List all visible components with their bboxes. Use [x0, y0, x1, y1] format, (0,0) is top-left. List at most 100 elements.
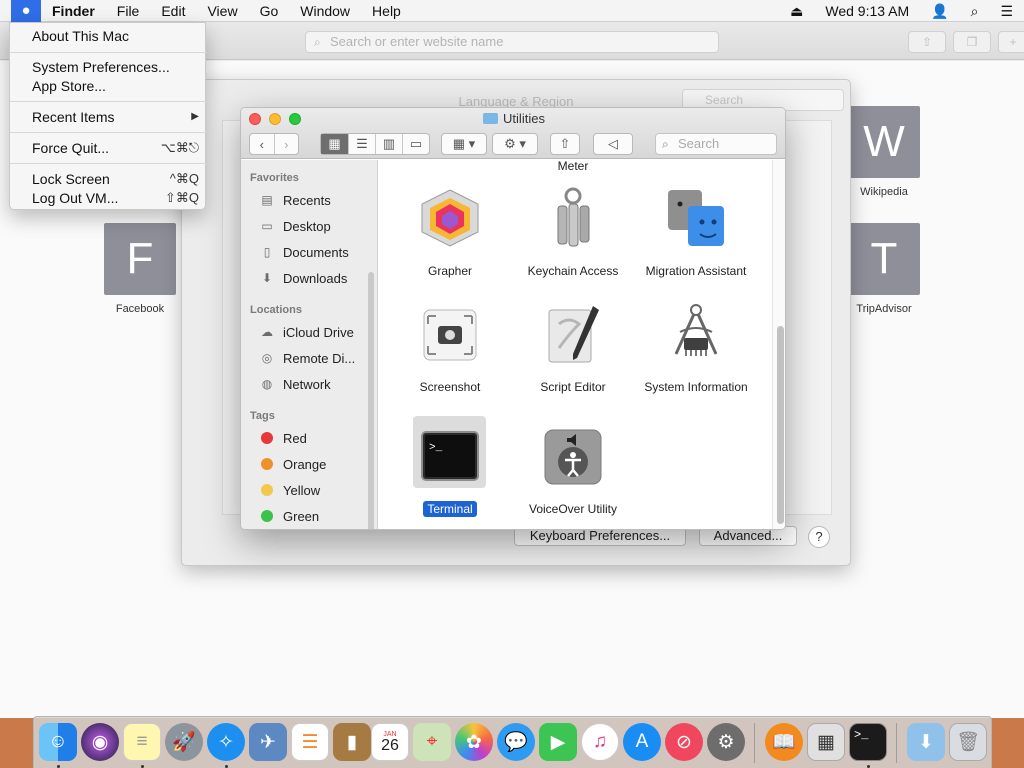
- icon-view-button[interactable]: ▦: [321, 134, 349, 154]
- eject-icon[interactable]: ⏏: [790, 3, 803, 20]
- menu-item-recent-items[interactable]: Recent Items ▶: [10, 107, 207, 127]
- search-icon[interactable]: ⌕: [971, 3, 979, 20]
- sidebar-item-icloud-drive[interactable]: ☁ iCloud Drive: [258, 321, 354, 343]
- file-item-voiceover-utility[interactable]: VoiceOver Utility: [518, 424, 628, 517]
- reminders-icon[interactable]: ☰: [291, 723, 329, 761]
- menu-item-app-store[interactable]: App Store...: [10, 76, 207, 96]
- sidebar-item-network[interactable]: ◍ Network: [258, 373, 331, 395]
- messages-icon[interactable]: 💬: [497, 723, 535, 761]
- sidebar-item-downloads[interactable]: ⬇ Downloads: [258, 267, 347, 289]
- sidebar-tag-yellow[interactable]: Yellow: [258, 479, 320, 501]
- terminal-icon: >_: [421, 431, 479, 481]
- desktop-icon: ▭: [261, 219, 273, 233]
- menu-item-log-out[interactable]: Log Out VM... ⇧⌘Q: [10, 188, 207, 208]
- facetime-icon[interactable]: ▶: [539, 723, 577, 761]
- sidebar-item-label: Network: [283, 376, 331, 392]
- finder-search-field[interactable]: ⌕ Search: [655, 133, 777, 155]
- menu-item-label: Force Quit...: [32, 140, 110, 156]
- tabs-overview-button[interactable]: ❐: [953, 31, 991, 53]
- sidebar-tag-green[interactable]: Green: [258, 505, 319, 527]
- apple-menu-button[interactable]: ●: [11, 0, 41, 22]
- gallery-view-button[interactable]: ▭: [403, 134, 429, 154]
- trash-icon[interactable]: 🗑: [949, 723, 987, 761]
- sidebar-header-tags: Tags: [250, 410, 275, 422]
- downloads-folder-icon[interactable]: ⬇: [907, 723, 945, 761]
- file-name: VoiceOver Utility: [528, 502, 618, 516]
- menu-item-about-this-mac[interactable]: About This Mac: [10, 26, 207, 46]
- menu-list-icon[interactable]: ☰: [1000, 3, 1013, 20]
- list-view-button[interactable]: ☰: [349, 134, 376, 154]
- favorite-wikipedia[interactable]: W Wikipedia: [848, 106, 920, 198]
- yellow-tag-dot: [261, 484, 273, 496]
- menu-item-force-quit[interactable]: Force Quit... ⌥⌘⎋: [10, 138, 207, 158]
- notes-icon[interactable]: ≡: [123, 723, 161, 761]
- address-bar[interactable]: ⌕ Search or enter website name: [305, 31, 719, 53]
- group-by-button[interactable]: ▦ ▾: [441, 133, 487, 155]
- favorite-tripadvisor[interactable]: T TripAdvisor: [848, 223, 920, 315]
- finder-icon[interactable]: ☺: [39, 723, 77, 761]
- calendar-icon[interactable]: JAN 26: [371, 723, 409, 761]
- system-preferences-icon[interactable]: ⚙: [707, 723, 745, 761]
- itunes-icon[interactable]: ♫: [581, 723, 619, 761]
- sidebar-item-documents[interactable]: ▯ Documents: [258, 241, 349, 263]
- terminal-icon[interactable]: >_: [849, 723, 887, 761]
- file-item-script-editor[interactable]: Script Editor: [518, 302, 628, 395]
- app-store-icon[interactable]: A: [623, 723, 661, 761]
- menu-view[interactable]: View: [196, 0, 248, 22]
- user-icon[interactable]: 👤: [931, 3, 948, 20]
- favorite-tile: W: [848, 106, 920, 178]
- file-item-migration-assistant[interactable]: Migration Assistant: [641, 186, 751, 279]
- menu-item-lock-screen[interactable]: Lock Screen ^⌘Q: [10, 169, 207, 189]
- finder-search-placeholder: Search: [678, 136, 720, 151]
- safari-icon[interactable]: ✧: [207, 723, 245, 761]
- favorite-facebook[interactable]: F Facebook: [104, 223, 176, 315]
- siri-icon[interactable]: ◉: [81, 723, 119, 761]
- sidebar-item-label: Remote Di...: [283, 350, 356, 366]
- file-item-terminal[interactable]: >_ Terminal: [395, 416, 505, 517]
- maps-icon[interactable]: ⌖: [413, 723, 451, 761]
- tags-button[interactable]: ◁: [593, 133, 633, 155]
- scrollbar-thumb[interactable]: [777, 326, 784, 524]
- contacts-icon[interactable]: ▮: [333, 723, 371, 761]
- menu-item-system-preferences[interactable]: System Preferences...: [10, 57, 207, 77]
- back-button[interactable]: ‹: [250, 134, 275, 154]
- launchpad-icon[interactable]: 🚀: [165, 723, 203, 761]
- sidebar-item-recents[interactable]: ▤ Recents: [258, 189, 330, 211]
- file-item-keychain-access[interactable]: Keychain Access: [518, 186, 628, 279]
- share-button[interactable]: ⇧: [908, 31, 946, 53]
- new-tab-button[interactable]: +: [998, 31, 1024, 53]
- menu-help[interactable]: Help: [361, 0, 412, 22]
- mail-icon[interactable]: ✈: [249, 723, 287, 761]
- menu-window[interactable]: Window: [289, 0, 361, 22]
- sidebar-item-label: Documents: [283, 244, 349, 260]
- clock[interactable]: Wed 9:13 AM: [825, 3, 909, 19]
- action-button[interactable]: ⚙ ▾: [492, 133, 538, 155]
- sidebar-item-label: Yellow: [283, 482, 321, 498]
- news-icon[interactable]: ⊘: [665, 723, 703, 761]
- menu-separator: [10, 101, 207, 102]
- menu-finder[interactable]: Finder: [41, 0, 106, 22]
- photos-icon[interactable]: ✿: [455, 723, 493, 761]
- menu-edit[interactable]: Edit: [150, 0, 196, 22]
- column-view-button[interactable]: ▥: [376, 134, 403, 154]
- file-item-system-information[interactable]: System Information: [641, 302, 751, 395]
- file-item-grapher[interactable]: Grapher: [395, 186, 505, 279]
- script-editor-icon: [548, 306, 599, 363]
- sidebar-tag-red[interactable]: Red: [258, 427, 307, 449]
- submenu-arrow-icon: ▶: [191, 111, 199, 122]
- forward-button[interactable]: ›: [275, 134, 299, 154]
- file-item-screenshot[interactable]: Screenshot: [395, 302, 505, 395]
- sidebar-item-remote-disc[interactable]: ◎ Remote Di...: [258, 347, 356, 369]
- sidebar-scrollbar[interactable]: [368, 272, 374, 529]
- menu-file[interactable]: File: [106, 0, 151, 22]
- calculator-icon[interactable]: ▦: [807, 723, 845, 761]
- share-button[interactable]: ⇧: [550, 133, 580, 155]
- sidebar-item-desktop[interactable]: ▭ Desktop: [258, 215, 330, 237]
- documents-icon: ▯: [263, 245, 271, 259]
- file-grid-scrollbar[interactable]: [772, 160, 785, 529]
- help-button[interactable]: ?: [808, 526, 830, 548]
- sidebar-tag-orange[interactable]: Orange: [258, 453, 326, 475]
- sidebar-item-label: Downloads: [283, 270, 348, 286]
- menu-go[interactable]: Go: [249, 0, 290, 22]
- books-icon[interactable]: 📖: [765, 723, 803, 761]
